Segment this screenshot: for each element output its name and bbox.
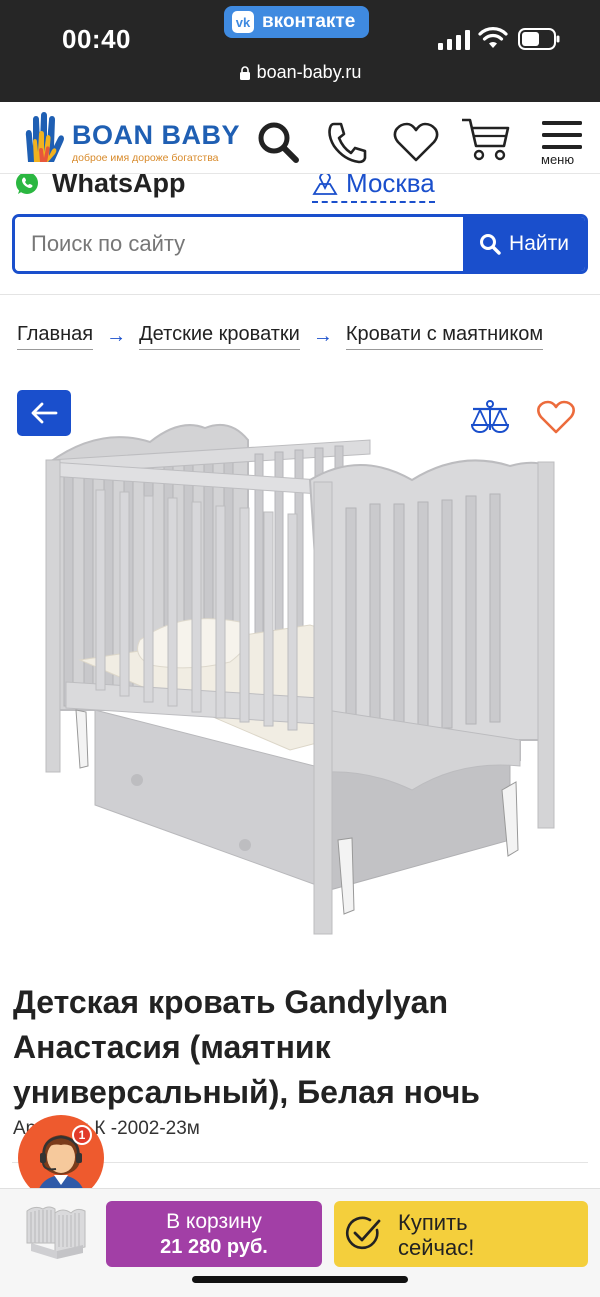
arrow-right-icon: →	[106, 324, 127, 347]
heart-icon[interactable]	[393, 122, 439, 162]
compare-scales-icon[interactable]	[470, 400, 510, 436]
search-icon	[480, 234, 501, 255]
url-text: boan-baby.ru	[256, 62, 362, 82]
search-bar: Найти	[12, 214, 588, 274]
wifi-icon	[478, 27, 508, 48]
favorite-heart-icon[interactable]	[537, 400, 575, 434]
product-thumbnail[interactable]	[25, 1203, 87, 1261]
back-button[interactable]	[17, 390, 71, 436]
search-input[interactable]	[15, 217, 463, 271]
buy-now-label-line2: сейчас!	[398, 1235, 475, 1260]
arrow-right-icon: →	[312, 324, 333, 347]
cart-icon[interactable]	[460, 116, 510, 162]
phone-icon[interactable]	[326, 120, 368, 164]
hands-logo-icon	[25, 112, 64, 162]
vk-logo-icon: vk	[232, 11, 254, 33]
site-header: BOAN BABY доброе имя дороже богатства ме…	[0, 102, 600, 174]
clock: 00:40	[62, 24, 131, 54]
product-image[interactable]	[40, 410, 560, 940]
map-pin-icon	[312, 174, 338, 195]
notification-badge: 1	[72, 1125, 92, 1145]
product-price: 21 280 руб.	[160, 1235, 268, 1258]
logo-title: BOAN BABY	[72, 120, 241, 150]
site-logo[interactable]: BOAN BABY доброе имя дороже богатства	[18, 108, 248, 168]
lock-icon	[239, 65, 250, 80]
add-to-cart-label: В корзину	[166, 1209, 262, 1233]
divider	[0, 294, 600, 295]
product-title: Детская кровать Gandylyan Анастасия (мая…	[13, 984, 480, 1110]
vk-label: вконтакте	[262, 11, 356, 32]
search-button[interactable]: Найти	[463, 217, 585, 271]
logo-tagline: доброе имя дороже богатства	[72, 152, 219, 164]
cellular-signal-icon	[438, 30, 470, 50]
search-button-label: Найти	[509, 232, 569, 255]
add-to-cart-button[interactable]: В корзину 21 280 руб.	[106, 1201, 322, 1267]
vk-return-pill[interactable]: vk вконтакте	[224, 6, 370, 38]
home-indicator[interactable]	[192, 1276, 408, 1283]
status-bar: 00:40 vk вконтакте boan-baby.ru	[0, 0, 600, 102]
breadcrumb-item-cribs[interactable]: Детские кроватки	[139, 323, 300, 350]
buy-now-label-line1: Купить	[398, 1210, 468, 1235]
breadcrumb-item-home[interactable]: Главная	[17, 323, 94, 350]
battery-icon	[518, 28, 560, 50]
arrow-left-icon	[31, 402, 58, 424]
buy-now-label: Купить сейчас!	[398, 1210, 474, 1260]
search-icon[interactable]	[256, 120, 300, 164]
menu-label[interactable]: меню	[541, 152, 574, 167]
address-bar[interactable]: boan-baby.ru	[0, 62, 600, 83]
checkmark-circle-icon	[345, 1216, 381, 1250]
menu-icon[interactable]	[542, 120, 582, 150]
breadcrumb: Главная → Детские кроватки → Кровати с м…	[17, 321, 600, 351]
buy-now-button[interactable]: Купить сейчас!	[334, 1201, 588, 1267]
breadcrumb-item-pendulum-cribs[interactable]: Кровати с маятником	[345, 323, 544, 350]
